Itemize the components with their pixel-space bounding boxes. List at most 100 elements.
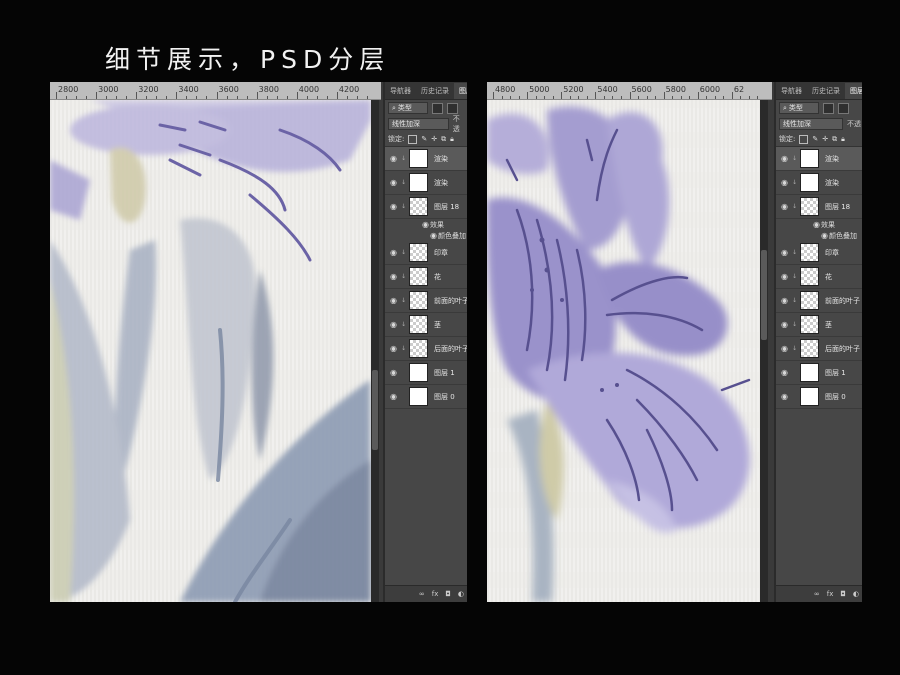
visibility-eye-icon[interactable]: ◉: [779, 320, 790, 329]
layer-name[interactable]: 后面的叶子: [825, 344, 860, 354]
effects-row[interactable]: ◉ 效果: [776, 219, 862, 230]
layer-row[interactable]: ◉ ↓ 渲染: [385, 171, 467, 195]
layer-row[interactable]: ◉ 图层 1: [385, 361, 467, 385]
layer-name[interactable]: 图层 0: [825, 392, 846, 402]
fx-icon[interactable]: fx: [432, 590, 439, 598]
layer-row[interactable]: ◉ ↓ 花: [385, 265, 467, 289]
adjustment-icon[interactable]: ◐: [458, 590, 464, 598]
effects-eye-icon[interactable]: ◉: [812, 220, 821, 229]
tab-navigator[interactable]: 导航器: [776, 83, 807, 99]
lock-transparency-icon[interactable]: [408, 134, 418, 144]
layer-name[interactable]: 渲染: [434, 154, 448, 164]
scrollbar-thumb[interactable]: [372, 370, 378, 450]
layer-name[interactable]: 图层 18: [434, 202, 459, 212]
adjustment-icon[interactable]: ◐: [853, 590, 859, 598]
layer-name[interactable]: 图层 0: [434, 392, 455, 402]
lock-position-icon[interactable]: ✛: [822, 135, 828, 143]
blend-mode-select[interactable]: 线性加深: [388, 118, 449, 130]
layer-name[interactable]: 前面的叶子: [825, 296, 860, 306]
layer-name[interactable]: 渲染: [434, 178, 448, 188]
layer-row[interactable]: ◉ ↓ 渲染: [385, 147, 467, 171]
color-overlay-eye-icon[interactable]: ◉: [820, 231, 829, 240]
visibility-eye-icon[interactable]: ◉: [779, 154, 790, 163]
lock-artboard-icon[interactable]: ⧉: [441, 135, 446, 144]
layer-row[interactable]: ◉ 图层 0: [776, 385, 862, 409]
layer-row[interactable]: ◉ ↓ 渲染: [776, 147, 862, 171]
visibility-eye-icon[interactable]: ◉: [779, 392, 790, 401]
visibility-eye-icon[interactable]: ◉: [779, 178, 790, 187]
layer-row[interactable]: ◉ ↓ 渲染: [776, 171, 862, 195]
lock-artboard-icon[interactable]: ⧉: [832, 135, 837, 144]
visibility-eye-icon[interactable]: ◉: [779, 248, 790, 257]
layer-name[interactable]: 花: [434, 272, 441, 282]
layer-row[interactable]: ◉ 图层 1: [776, 361, 862, 385]
mask-icon[interactable]: ◘: [445, 590, 451, 598]
layer-name[interactable]: 前面的叶子: [434, 296, 467, 306]
layer-name[interactable]: 图层 1: [434, 368, 455, 378]
lock-all-icon[interactable]: 🔒︎: [841, 135, 845, 144]
link-icon[interactable]: ∞: [814, 590, 820, 598]
lock-paint-icon[interactable]: ✎: [812, 135, 818, 143]
layer-name[interactable]: 茎: [825, 320, 832, 330]
visibility-eye-icon[interactable]: ◉: [388, 248, 399, 257]
layer-row[interactable]: ◉ ↓ 前面的叶子: [385, 289, 467, 313]
adjustment-filter-icon[interactable]: [447, 102, 458, 114]
tab-navigator[interactable]: 导航器: [385, 83, 416, 99]
visibility-eye-icon[interactable]: ◉: [388, 178, 399, 187]
layer-name[interactable]: 渲染: [825, 154, 839, 164]
layer-row[interactable]: ◉ ↓ 图层 18: [385, 195, 467, 219]
visibility-eye-icon[interactable]: ◉: [388, 202, 399, 211]
layer-name[interactable]: 后面的叶子: [434, 344, 467, 354]
visibility-eye-icon[interactable]: ◉: [388, 154, 399, 163]
visibility-eye-icon[interactable]: ◉: [388, 320, 399, 329]
effects-eye-icon[interactable]: ◉: [421, 220, 430, 229]
visibility-eye-icon[interactable]: ◉: [388, 344, 399, 353]
fx-icon[interactable]: fx: [827, 590, 834, 598]
tab-history[interactable]: 历史记录: [416, 83, 454, 99]
tab-layers[interactable]: 图层: [454, 83, 467, 99]
layer-row[interactable]: ◉ ↓ 花: [776, 265, 862, 289]
canvas-leaves[interactable]: [50, 100, 371, 602]
visibility-eye-icon[interactable]: ◉: [388, 296, 399, 305]
layer-name[interactable]: 图层 18: [825, 202, 850, 212]
layer-row[interactable]: ◉ ↓ 印章: [385, 241, 467, 265]
image-filter-icon[interactable]: [432, 102, 443, 114]
blend-mode-select[interactable]: 线性加深: [779, 118, 843, 130]
tab-history[interactable]: 历史记录: [807, 83, 845, 99]
lock-paint-icon[interactable]: ✎: [421, 135, 427, 143]
color-overlay-row[interactable]: ◉ 颜色叠加: [385, 230, 467, 241]
filter-kind-select[interactable]: ⌕ 类型: [388, 102, 428, 114]
filter-kind-select[interactable]: ⌕ 类型: [779, 102, 819, 114]
lock-transparency-icon[interactable]: [799, 134, 809, 144]
visibility-eye-icon[interactable]: ◉: [779, 272, 790, 281]
mask-icon[interactable]: ◘: [840, 590, 846, 598]
layer-name[interactable]: 印章: [825, 248, 839, 258]
layer-row[interactable]: ◉ ↓ 印章: [776, 241, 862, 265]
layer-name[interactable]: 花: [825, 272, 832, 282]
visibility-eye-icon[interactable]: ◉: [388, 368, 399, 377]
adjustment-filter-icon[interactable]: [838, 102, 849, 114]
visibility-eye-icon[interactable]: ◉: [388, 272, 399, 281]
canvas-scrollbar[interactable]: [760, 100, 768, 602]
layer-row[interactable]: ◉ ↓ 前面的叶子: [776, 289, 862, 313]
scrollbar-thumb[interactable]: [761, 250, 767, 340]
layer-name[interactable]: 图层 1: [825, 368, 846, 378]
canvas-iris[interactable]: [487, 100, 760, 602]
link-icon[interactable]: ∞: [419, 590, 425, 598]
lock-position-icon[interactable]: ✛: [431, 135, 437, 143]
layer-row[interactable]: ◉ ↓ 图层 18: [776, 195, 862, 219]
layer-name[interactable]: 茎: [434, 320, 441, 330]
visibility-eye-icon[interactable]: ◉: [779, 202, 790, 211]
layer-row[interactable]: ◉ ↓ 后面的叶子: [776, 337, 862, 361]
layer-row[interactable]: ◉ ↓ 茎: [776, 313, 862, 337]
color-overlay-eye-icon[interactable]: ◉: [429, 231, 438, 240]
tab-layers[interactable]: 图层: [845, 83, 862, 99]
visibility-eye-icon[interactable]: ◉: [779, 296, 790, 305]
visibility-eye-icon[interactable]: ◉: [779, 344, 790, 353]
layer-name[interactable]: 印章: [434, 248, 448, 258]
effects-row[interactable]: ◉ 效果: [385, 219, 467, 230]
image-filter-icon[interactable]: [823, 102, 834, 114]
visibility-eye-icon[interactable]: ◉: [779, 368, 790, 377]
color-overlay-row[interactable]: ◉ 颜色叠加: [776, 230, 862, 241]
layer-row[interactable]: ◉ ↓ 后面的叶子: [385, 337, 467, 361]
